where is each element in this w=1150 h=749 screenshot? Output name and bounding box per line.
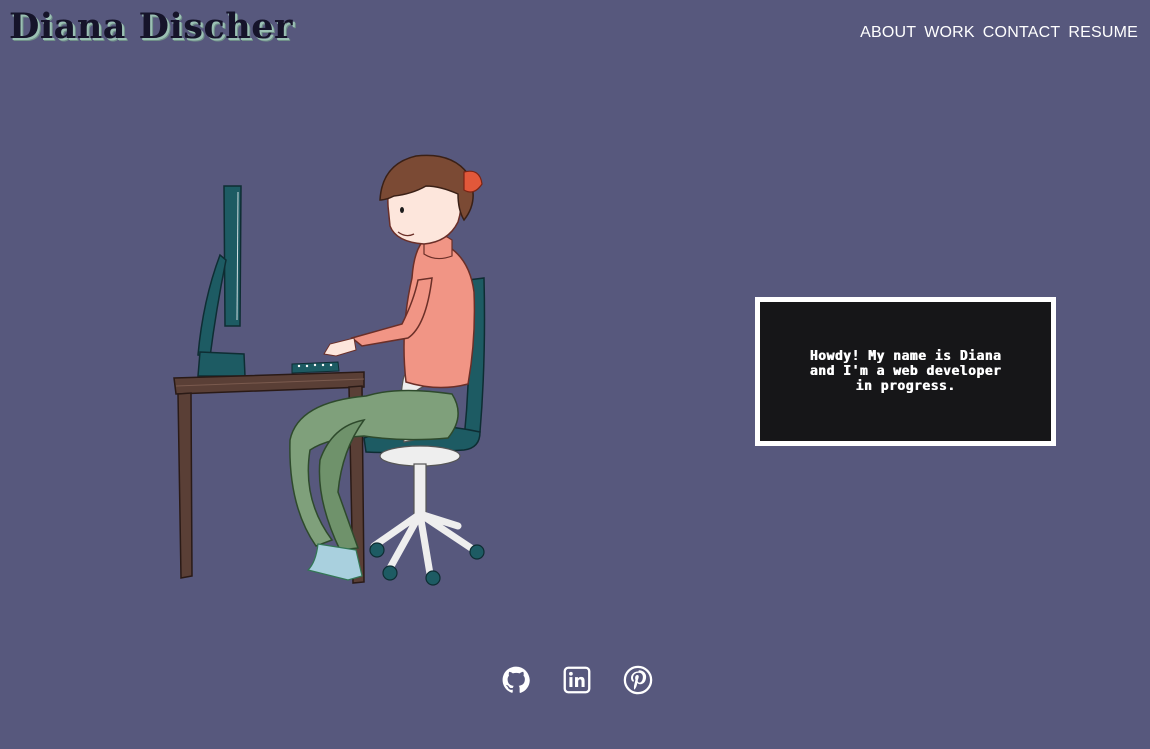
keyboard <box>291 361 340 374</box>
main-nav: ABOUT WORK CONTACT RESUME <box>860 24 1138 42</box>
nav-resume[interactable]: RESUME <box>1068 24 1138 42</box>
intro-box: Howdy! My name is Diana and I'm a web de… <box>755 297 1056 446</box>
pinterest-icon <box>623 665 652 695</box>
github-link[interactable] <box>500 663 531 697</box>
head <box>379 154 483 245</box>
pinterest-link[interactable] <box>622 663 653 697</box>
social-links <box>500 663 653 697</box>
nav-work[interactable]: WORK <box>924 24 975 42</box>
intro-box-screen: Howdy! My name is Diana and I'm a web de… <box>760 302 1051 441</box>
github-icon <box>502 666 530 693</box>
linkedin-icon <box>563 666 590 694</box>
page: Diana Discher ABOUT WORK CONTACT RESUME <box>0 0 1150 749</box>
nav-contact[interactable]: CONTACT <box>983 24 1061 42</box>
monitor <box>197 185 246 377</box>
linkedin-link[interactable] <box>561 663 592 697</box>
nav-about[interactable]: ABOUT <box>860 24 916 42</box>
developer-illustration <box>173 154 486 586</box>
torso <box>323 233 476 389</box>
site-logo[interactable]: Diana Discher <box>9 6 293 47</box>
intro-text: Howdy! My name is Diana and I'm a web de… <box>809 349 1002 394</box>
